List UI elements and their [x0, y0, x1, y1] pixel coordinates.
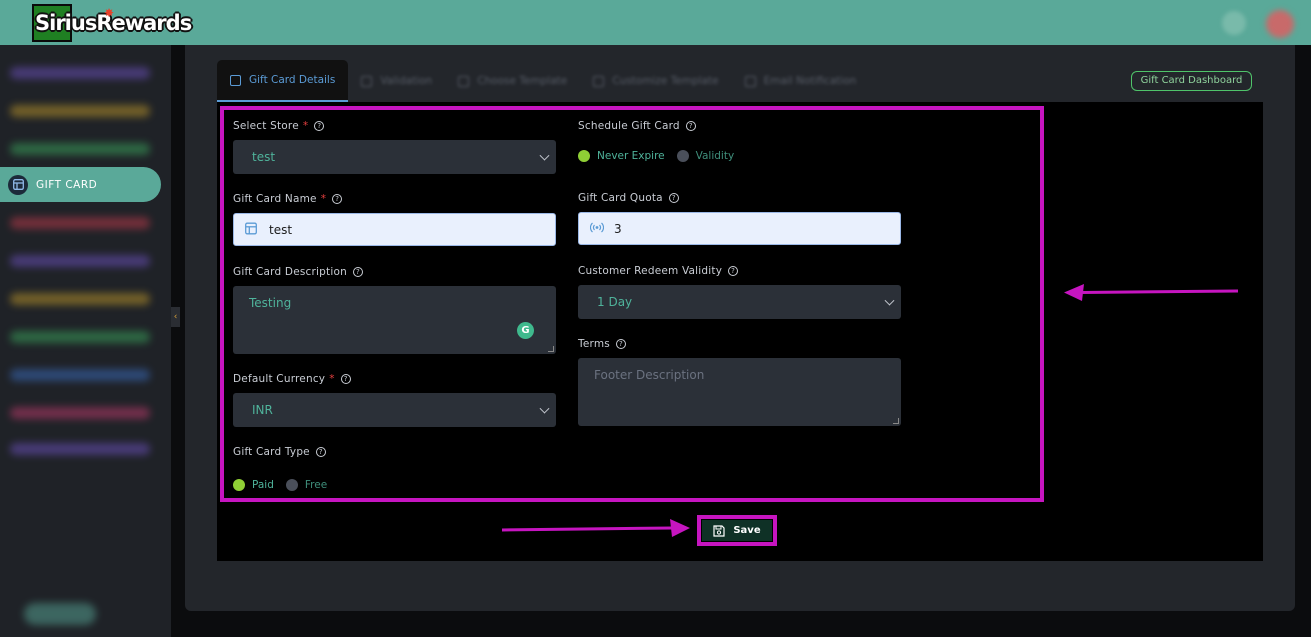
save-label: Save [733, 525, 761, 536]
sidebar-item-blurred[interactable] [10, 105, 150, 117]
annotation-arrow-left-icon [1064, 284, 1239, 301]
tab-label: Customize Template [612, 75, 719, 87]
sidebar: GIFT CARD [0, 45, 171, 637]
sidebar-collapse-chevron-icon[interactable]: ‹ [171, 307, 180, 327]
floppy-disk-icon [713, 524, 725, 537]
annotation-highlight-box [220, 106, 1044, 502]
tab-icon [361, 75, 373, 87]
tab-icon [458, 75, 470, 87]
sidebar-item-blurred[interactable] [10, 407, 150, 419]
brand-logo[interactable]: SiriusRewards ✸ [32, 4, 192, 42]
sidebar-item-gift-card[interactable]: GIFT CARD [0, 167, 161, 202]
gift-card-icon [8, 174, 28, 195]
tab-icon [744, 75, 756, 87]
sidebar-item-blurred[interactable] [10, 67, 150, 79]
sidebar-item-blurred[interactable] [10, 217, 150, 229]
annotation-arrow-right-icon [501, 519, 690, 537]
tab-bar: Gift Card Details Validation Choose Temp… [217, 60, 869, 102]
sidebar-item-blurred[interactable] [10, 143, 150, 155]
tab-label: Email Notification [763, 75, 857, 87]
sidebar-item-blurred[interactable] [10, 331, 150, 343]
tab-gift-card-details[interactable]: Gift Card Details [217, 60, 349, 102]
sidebar-item-label: GIFT CARD [36, 178, 98, 191]
tab-label: Validation [380, 75, 433, 87]
sidebar-item-blurred[interactable] [10, 443, 150, 455]
tab-validation[interactable]: Validation [348, 60, 445, 102]
save-button[interactable]: Save [702, 520, 772, 541]
tab-label: Gift Card Details [249, 74, 336, 86]
sidebar-bottom-button[interactable] [24, 603, 96, 625]
logo-star-icon: ✸ [104, 6, 115, 20]
layout-icon [230, 74, 241, 86]
sidebar-item-blurred[interactable] [10, 255, 150, 267]
tab-choose-template[interactable]: Choose Template [445, 60, 580, 102]
gift-card-dashboard-button[interactable]: Gift Card Dashboard [1131, 71, 1252, 91]
avatar[interactable] [1266, 10, 1294, 38]
tab-email-notification[interactable]: Email Notification [732, 60, 870, 102]
tab-label: Choose Template [477, 75, 568, 87]
tab-customize-template[interactable]: Customize Template [580, 60, 731, 102]
notification-icon[interactable] [1222, 11, 1246, 35]
sidebar-item-blurred[interactable] [10, 369, 150, 381]
tab-icon [593, 75, 605, 87]
sidebar-item-blurred[interactable] [10, 293, 150, 305]
top-bar: SiriusRewards ✸ [0, 0, 1311, 45]
